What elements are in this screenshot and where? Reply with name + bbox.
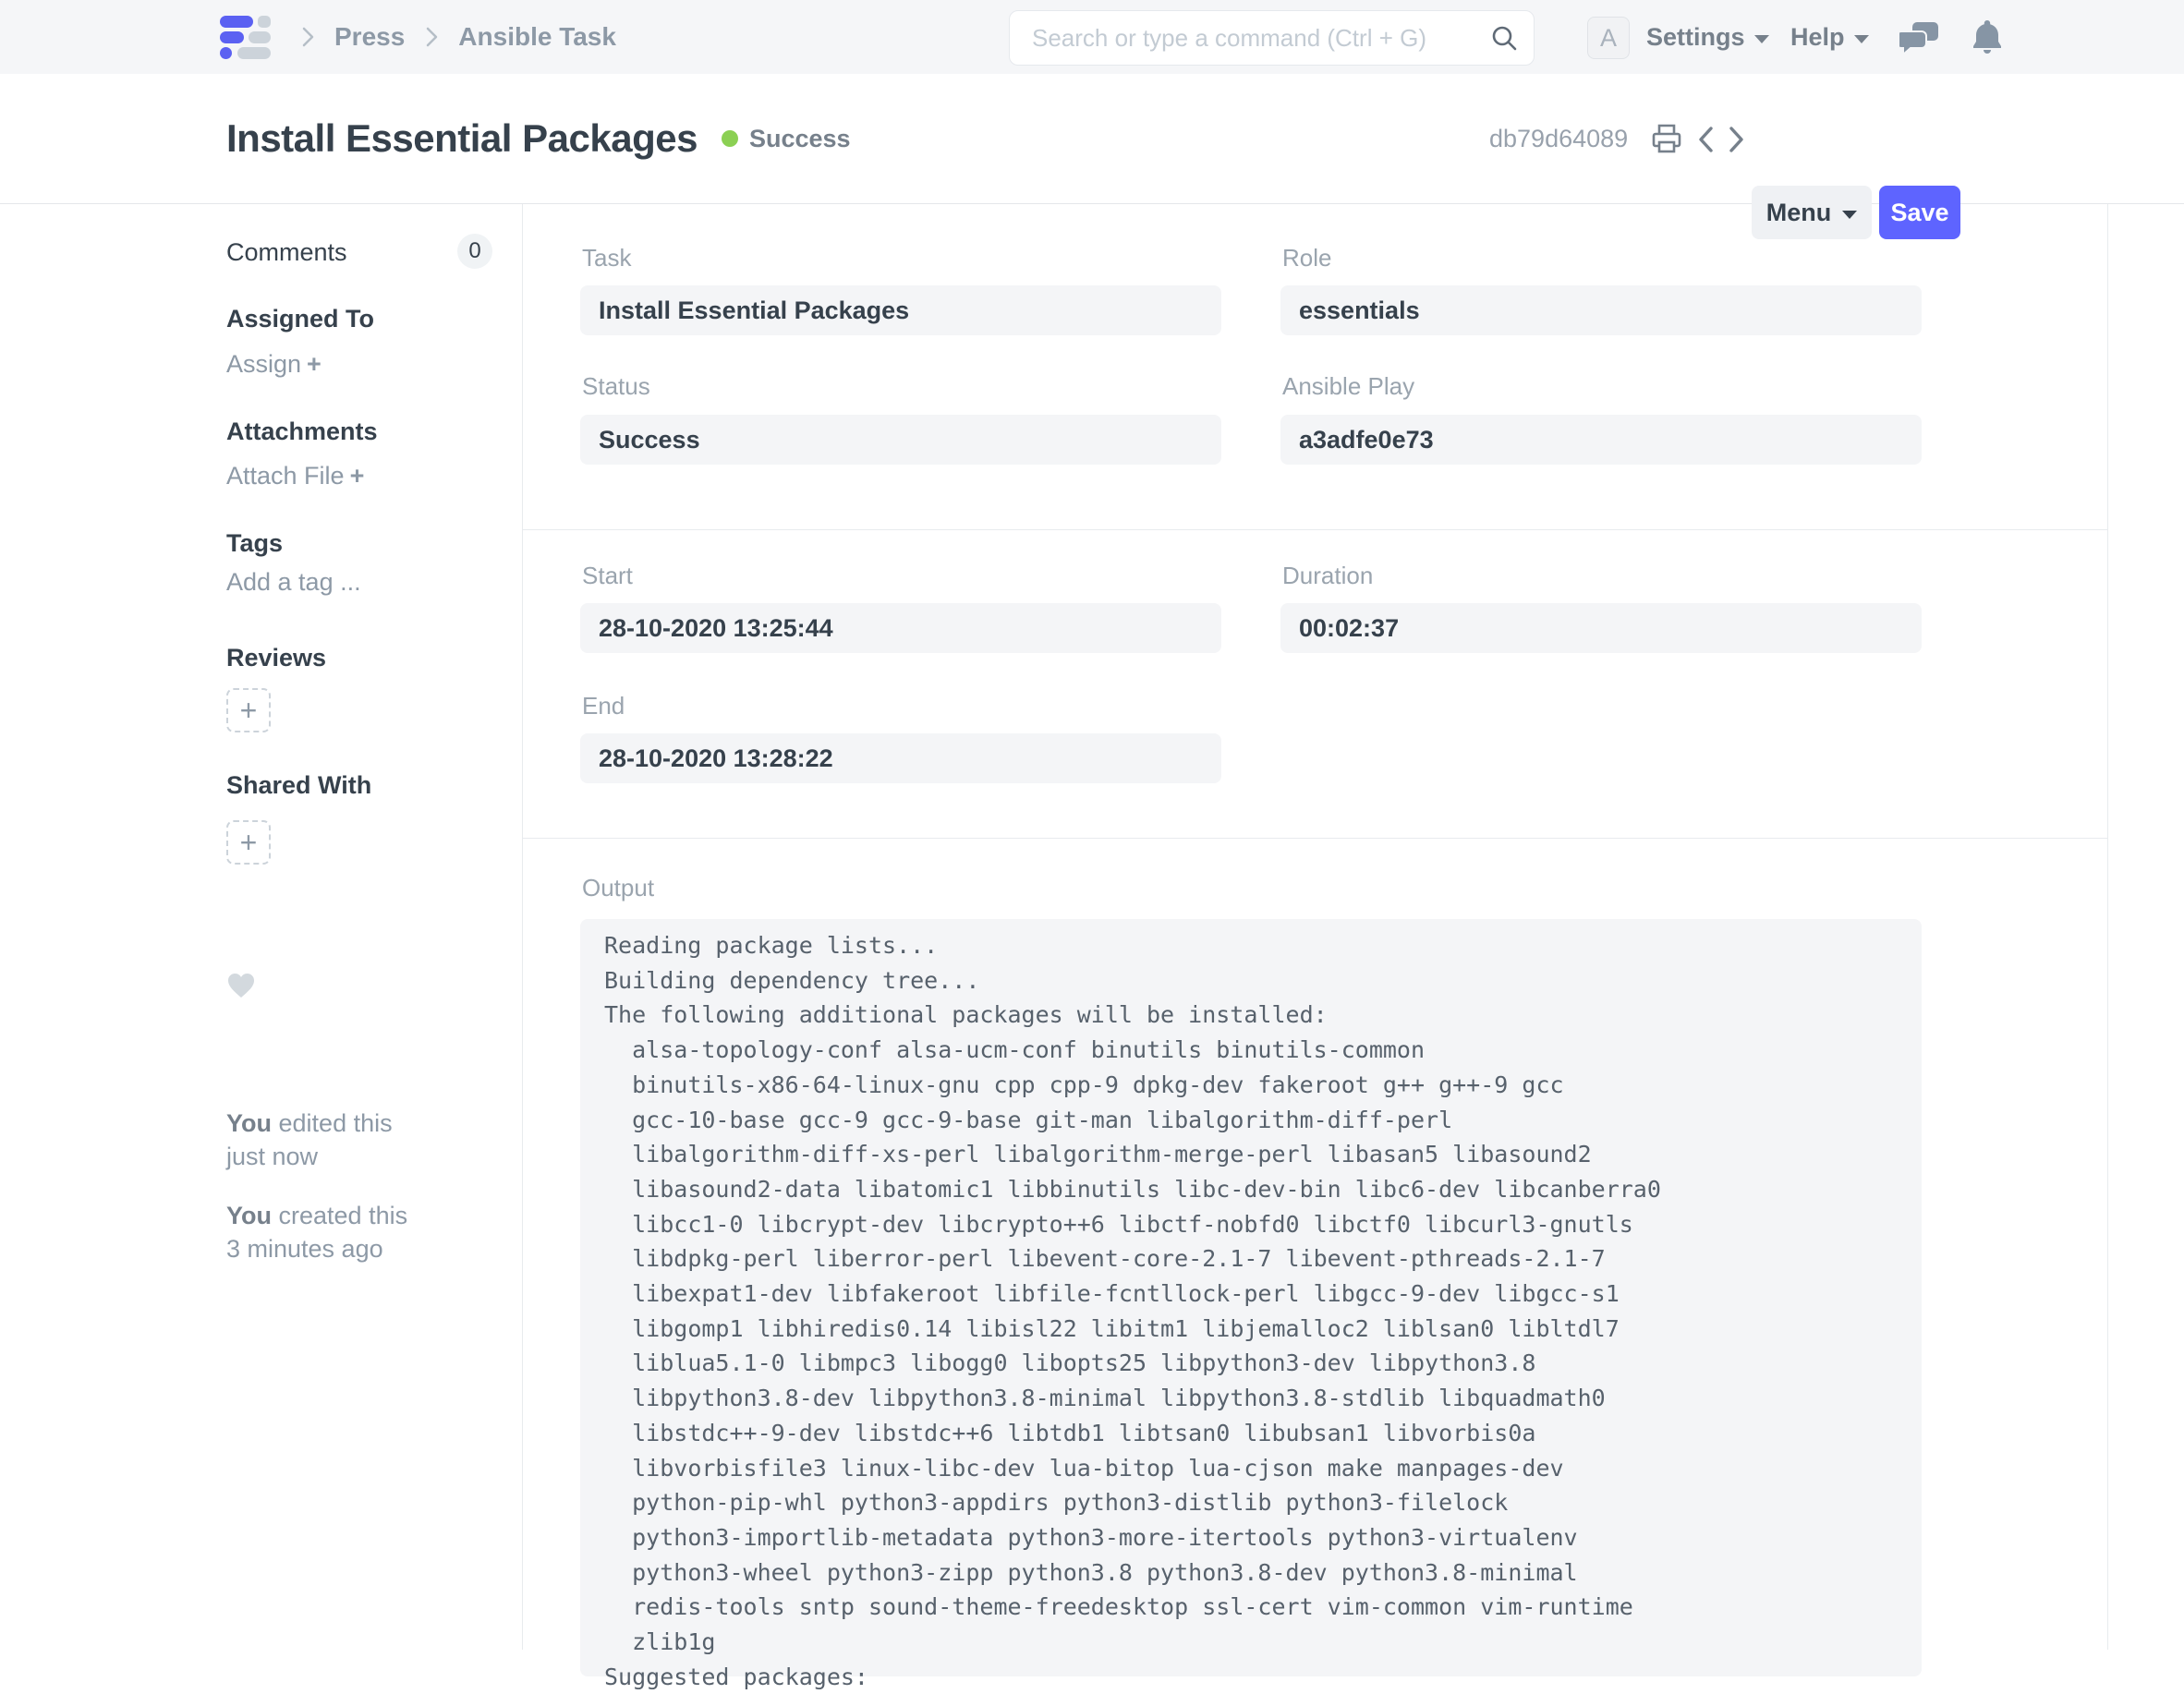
search-icon[interactable]	[1489, 23, 1519, 57]
breadcrumb-press[interactable]: Press	[334, 22, 405, 52]
modified-when: just now	[226, 1143, 318, 1170]
help-label: Help	[1790, 23, 1845, 52]
app-logo-icon[interactable]	[220, 16, 272, 58]
avatar[interactable]: A	[1587, 17, 1630, 59]
modified-by-text: You edited this just now	[226, 1107, 393, 1173]
status-label: Status	[582, 372, 650, 401]
menu-button[interactable]: Menu	[1752, 186, 1872, 239]
chevron-down-icon	[1842, 211, 1857, 219]
status-field[interactable]: Success	[580, 415, 1221, 465]
created-when: 3 minutes ago	[226, 1235, 383, 1263]
modified-action: edited this	[279, 1109, 393, 1137]
help-menu[interactable]: Help	[1790, 0, 1869, 74]
modified-user: You	[226, 1109, 272, 1137]
sidebar-heading-reviews: Reviews	[226, 644, 326, 672]
sidebar-heading-attachments: Attachments	[226, 417, 378, 446]
end-label: End	[582, 692, 625, 720]
attach-file-button[interactable]: Attach File+	[226, 462, 364, 490]
start-field[interactable]: 28-10-2020 13:25:44	[580, 603, 1221, 653]
output-console: Reading package lists... Building depend…	[580, 919, 1922, 1676]
sidebar-item-comments[interactable]: Comments	[226, 238, 347, 267]
next-document-icon[interactable]	[1726, 126, 1746, 158]
like-heart-icon[interactable]	[226, 972, 256, 1004]
chevron-down-icon	[1754, 35, 1769, 43]
sidebar-heading-tags: Tags	[226, 529, 283, 558]
created-user: You	[226, 1202, 272, 1229]
duration-label: Duration	[1282, 562, 1373, 590]
role-field[interactable]: essentials	[1280, 285, 1922, 335]
page-title: Install Essential Packages	[226, 116, 698, 161]
document-id: db79d64089	[1489, 74, 1628, 203]
save-button-label: Save	[1890, 199, 1948, 227]
comments-count-badge: 0	[457, 234, 492, 269]
ansible-play-field[interactable]: a3adfe0e73	[1280, 415, 1922, 465]
status-dot-icon	[722, 130, 738, 147]
plus-icon: +	[350, 462, 365, 490]
output-label: Output	[582, 874, 654, 902]
sidebar-heading-shared-with: Shared With	[226, 771, 371, 800]
assign-button[interactable]: Assign+	[226, 350, 322, 379]
plus-icon: +	[240, 826, 258, 860]
global-search	[1009, 10, 1535, 66]
search-input[interactable]	[1030, 11, 1486, 65]
page-header: Install Essential Packages Success db79d…	[0, 74, 2184, 204]
menu-button-label: Menu	[1766, 199, 1832, 227]
share-button[interactable]: +	[226, 820, 271, 865]
created-action: created this	[279, 1202, 408, 1229]
output-text: Reading package lists... Building depend…	[604, 928, 1898, 1694]
status-badge: Success	[749, 125, 851, 153]
assign-label: Assign	[226, 350, 301, 378]
avatar-initial: A	[1600, 24, 1617, 53]
section-divider	[523, 838, 2107, 839]
breadcrumb: Press Ansible Task	[297, 0, 616, 74]
section-divider	[523, 529, 2107, 530]
settings-label: Settings	[1646, 23, 1745, 52]
sidebar-heading-assigned-to: Assigned To	[226, 305, 374, 333]
ansible-play-label: Ansible Play	[1282, 372, 1414, 401]
end-field[interactable]: 28-10-2020 13:28:22	[580, 733, 1221, 783]
task-field[interactable]: Install Essential Packages	[580, 285, 1221, 335]
bell-icon[interactable]	[1972, 18, 2003, 60]
plus-icon: +	[307, 350, 322, 378]
duration-field[interactable]: 00:02:37	[1280, 603, 1922, 653]
chevron-right-icon	[421, 25, 442, 49]
chevron-right-icon	[297, 25, 318, 49]
breadcrumb-ansible-task[interactable]: Ansible Task	[458, 22, 616, 52]
created-by-text: You created this 3 minutes ago	[226, 1199, 407, 1265]
prev-document-icon[interactable]	[1696, 126, 1717, 158]
add-tag-input[interactable]: Add a tag ...	[226, 568, 361, 597]
attach-file-label: Attach File	[226, 462, 345, 490]
role-label: Role	[1282, 244, 1331, 272]
save-button[interactable]: Save	[1879, 186, 1960, 239]
settings-menu[interactable]: Settings	[1646, 0, 1769, 74]
sidebar-divider	[522, 204, 523, 1650]
print-icon[interactable]	[1650, 122, 1683, 160]
chat-icon[interactable]	[1899, 20, 1940, 60]
chevron-down-icon	[1854, 35, 1869, 43]
task-label: Task	[582, 244, 631, 272]
navbar: Press Ansible Task A Settings Help	[0, 0, 2184, 75]
plus-icon: +	[240, 694, 258, 728]
add-review-button[interactable]: +	[226, 688, 271, 732]
start-label: Start	[582, 562, 633, 590]
form-right-border	[2107, 204, 2108, 1650]
